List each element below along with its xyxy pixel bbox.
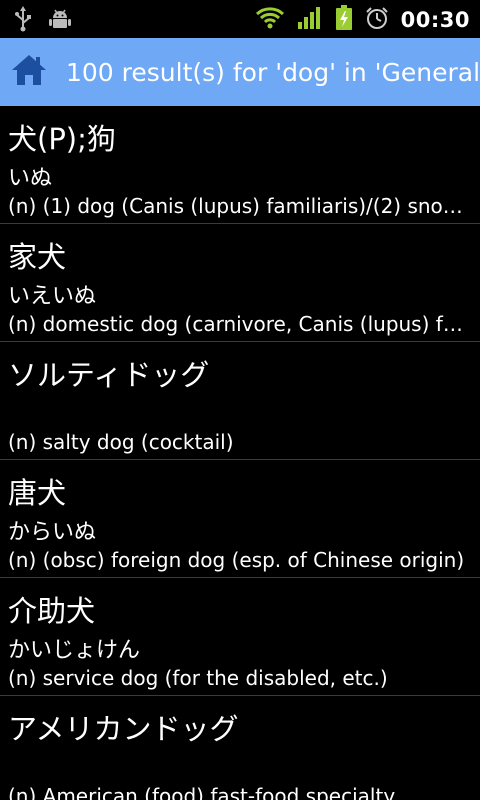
- entry-reading: いえいぬ: [8, 284, 97, 309]
- entry-gloss: (n) (obsc) foreign dog (esp. of Chinese …: [8, 548, 465, 572]
- action-bar: 100 result(s) for 'dog' in 'General': [0, 38, 480, 106]
- entry-word: 介助犬: [8, 594, 96, 628]
- entry-gloss: (n) salty dog (cocktail): [8, 430, 234, 454]
- list-item[interactable]: 犬(P);狗 いぬ (n) (1) dog (Canis (lupus) fam…: [0, 106, 480, 224]
- entry-reading: いぬ: [8, 166, 53, 191]
- entry-word: アメリカンドッグ: [8, 712, 239, 746]
- home-button[interactable]: [10, 53, 48, 91]
- usb-icon: [14, 6, 32, 36]
- alarm-clock-icon: [365, 6, 389, 34]
- list-item[interactable]: 介助犬 かいじょけん (n) service dog (for the disa…: [0, 578, 480, 696]
- android-debug-icon: [48, 7, 72, 35]
- results-list[interactable]: 犬(P);狗 いぬ (n) (1) dog (Canis (lupus) fam…: [0, 106, 480, 800]
- battery-charging-icon: [335, 5, 353, 35]
- status-time: 00:30: [400, 8, 470, 32]
- entry-word: 家犬: [8, 240, 67, 274]
- list-item[interactable]: 家犬 いえいぬ (n) domestic dog (carnivore, Can…: [0, 224, 480, 342]
- list-item[interactable]: ソルティドッグ (n) salty dog (cocktail): [0, 342, 480, 460]
- entry-reading: からいぬ: [8, 520, 97, 545]
- entry-gloss: (n) American (food) fast-food specialty: [8, 784, 396, 800]
- list-item[interactable]: 唐犬 からいぬ (n) (obsc) foreign dog (esp. of …: [0, 460, 480, 578]
- status-bar: 00:30: [0, 0, 480, 38]
- entry-word: ソルティドッグ: [8, 358, 210, 392]
- entry-gloss: (n) (1) dog (Canis (lupus) familiaris)/(…: [8, 194, 470, 218]
- list-item[interactable]: アメリカンドッグ (n) American (food) fast-food s…: [0, 696, 480, 800]
- entry-word: 犬(P);狗: [8, 122, 116, 156]
- home-icon: [10, 53, 48, 91]
- wifi-icon: [255, 6, 285, 34]
- entry-word: 唐犬: [8, 476, 67, 510]
- entry-gloss: (n) domestic dog (carnivore, Canis (lupu…: [8, 312, 470, 336]
- entry-reading: かいじょけん: [8, 638, 141, 663]
- entry-gloss: (n) service dog (for the disabled, etc.): [8, 666, 388, 690]
- signal-icon: [297, 6, 323, 34]
- page-title: 100 result(s) for 'dog' in 'General': [66, 57, 480, 87]
